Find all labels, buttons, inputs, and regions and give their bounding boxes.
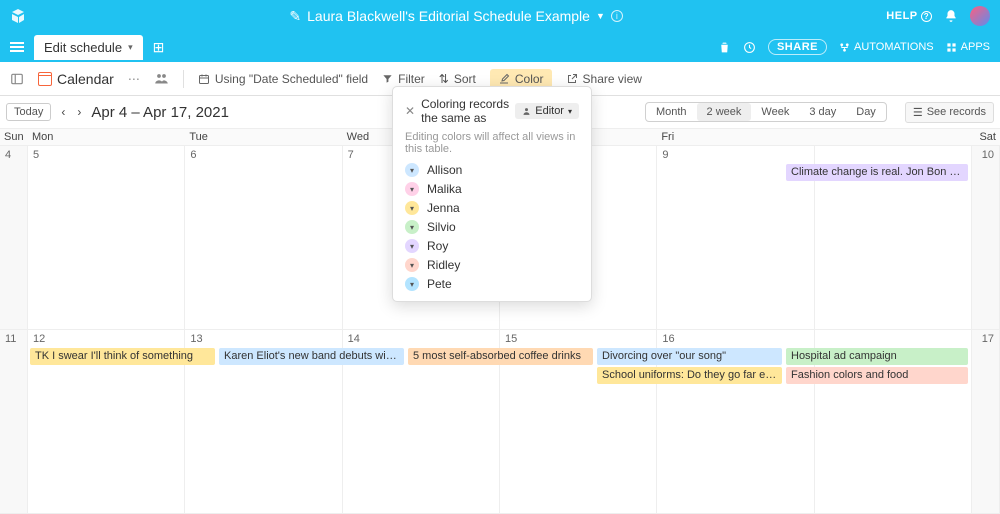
apps-link[interactable]: APPS [946, 41, 990, 53]
popover-heading: Coloring records the same as [421, 97, 509, 125]
popover-subtext: Editing colors will affect all views in … [405, 131, 579, 155]
people-icon[interactable] [154, 72, 169, 85]
avatar[interactable] [970, 6, 990, 26]
sort-button[interactable]: ⇅ Sort [439, 72, 476, 86]
color-swatch[interactable]: ▾ [405, 201, 419, 215]
day-cell[interactable]: 17 [972, 330, 1000, 514]
help-link[interactable]: HELP ? [886, 10, 932, 22]
date-range: Apr 4 – Apr 17, 2021 [91, 104, 229, 121]
day-cell[interactable]: 4 [0, 146, 28, 330]
editor-item[interactable]: ▾ Roy [405, 239, 579, 253]
sidebar-toggle-icon[interactable] [10, 72, 24, 86]
info-icon[interactable]: i [611, 10, 623, 22]
calendar-event[interactable]: Climate change is real. Jon Bon Jovi say… [786, 164, 968, 181]
color-swatch[interactable]: ▾ [405, 239, 419, 253]
sort-icon: ⇅ [439, 72, 449, 86]
view-type-button[interactable]: Calendar [38, 71, 114, 87]
calendar-event[interactable]: Divorcing over "our song" [597, 348, 782, 365]
close-icon[interactable]: ✕ [405, 104, 415, 118]
calendar-event[interactable]: School uniforms: Do they go far enough? [597, 367, 782, 384]
seg-day[interactable]: Day [846, 103, 886, 121]
color-popover: ✕ Coloring records the same as Editor ▾ … [392, 86, 592, 302]
tab-label: Edit schedule [44, 40, 122, 55]
menu-icon[interactable] [10, 42, 24, 52]
editor-name: Malika [427, 182, 462, 196]
prev-button[interactable]: ‹ [59, 105, 67, 119]
editor-name: Allison [427, 163, 462, 177]
calendar-event[interactable]: TK I swear I'll think of something [30, 348, 215, 365]
editor-item[interactable]: ▾ Ridley [405, 258, 579, 272]
day-cell[interactable]: 5 [28, 146, 185, 330]
editor-name: Ridley [427, 258, 460, 272]
date-field-button[interactable]: Using "Date Scheduled" field [198, 72, 368, 86]
editor-name: Roy [427, 239, 448, 253]
editor-name: Jenna [427, 201, 460, 215]
color-swatch[interactable]: ▾ [405, 258, 419, 272]
field-chip[interactable]: Editor ▾ [515, 103, 579, 119]
editor-item[interactable]: ▾ Malika [405, 182, 579, 196]
day-cell[interactable]: 11 [0, 330, 28, 514]
editor-item[interactable]: ▾ Jenna [405, 201, 579, 215]
color-swatch[interactable]: ▾ [405, 277, 419, 291]
editor-item[interactable]: ▾ Pete [405, 277, 579, 291]
color-swatch[interactable]: ▾ [405, 182, 419, 196]
tab-edit-schedule[interactable]: Edit schedule ▾ [34, 35, 143, 60]
next-button[interactable]: › [75, 105, 83, 119]
color-swatch[interactable]: ▾ [405, 163, 419, 177]
view-range-segmented[interactable]: Month 2 week Week 3 day Day [645, 102, 887, 122]
page-title: Laura Blackwell's Editorial Schedule Exa… [307, 8, 590, 24]
calendar-event[interactable]: Fashion colors and food [786, 367, 968, 384]
app-logo-icon [10, 8, 26, 24]
chevron-down-icon: ▾ [128, 42, 133, 53]
more-icon[interactable]: ⋯ [128, 72, 140, 86]
history-icon[interactable] [743, 41, 756, 54]
calendar-event[interactable]: Hospital ad campaign [786, 348, 968, 365]
day-cell[interactable]: 6 [185, 146, 342, 330]
see-records-button[interactable]: ☰ See records [905, 102, 994, 123]
day-cell[interactable]: 10 [972, 146, 1000, 330]
share-view-button[interactable]: Share view [566, 72, 642, 86]
dropdown-caret-icon[interactable]: ▼ [596, 11, 605, 21]
pencil-icon: ✎ [289, 8, 301, 25]
editor-item[interactable]: ▾ Allison [405, 163, 579, 177]
bell-icon[interactable] [944, 9, 958, 23]
seg-2week[interactable]: 2 week [697, 103, 752, 121]
editor-item[interactable]: ▾ Silvio [405, 220, 579, 234]
seg-week[interactable]: Week [751, 103, 799, 121]
filter-button[interactable]: Filter [382, 72, 425, 86]
today-button[interactable]: Today [6, 103, 51, 121]
seg-3day[interactable]: 3 day [799, 103, 846, 121]
editor-name: Pete [427, 277, 452, 291]
list-icon: ☰ [913, 106, 923, 119]
seg-month[interactable]: Month [646, 103, 697, 121]
calendar-event[interactable]: Karen Eliot's new band debuts with "Best… [219, 348, 404, 365]
calendar-event[interactable]: 5 most self-absorbed coffee drinks [408, 348, 593, 365]
add-tab-button[interactable]: ⊞ [153, 39, 165, 56]
share-button[interactable]: SHARE [768, 39, 827, 55]
automations-link[interactable]: AUTOMATIONS [839, 41, 934, 53]
trash-icon[interactable] [718, 41, 731, 54]
color-swatch[interactable]: ▾ [405, 220, 419, 234]
editor-name: Silvio [427, 220, 456, 234]
calendar-icon [38, 72, 52, 86]
